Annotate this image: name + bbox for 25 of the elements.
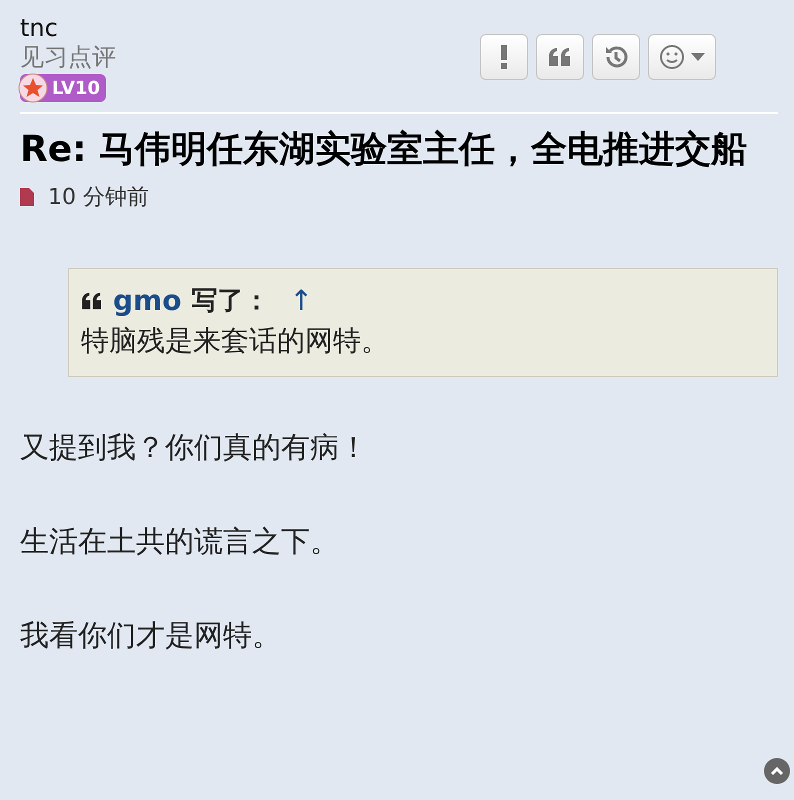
quote-icon [548, 47, 572, 67]
document-icon [20, 188, 34, 206]
post-paragraph: 又提到我？你们真的有病！ [20, 429, 369, 466]
post-paragraph: 生活在土共的谎言之下。 [20, 523, 340, 560]
post-paragraph: 我看你们才是网特。 [20, 617, 282, 654]
smiley-icon [659, 44, 685, 70]
user-rank: 见习点评 [20, 42, 116, 72]
quote-text: 特脑残是来套话的网特。 [81, 323, 390, 359]
quote-button[interactable] [536, 34, 584, 80]
chevron-up-icon [770, 766, 784, 776]
exclamation-icon [500, 45, 508, 69]
history-button[interactable] [592, 34, 640, 80]
post-time: 10 分钟前 [48, 184, 149, 212]
history-icon [603, 44, 629, 70]
post-title: Re: 马伟明任东湖实验室主任，全电推进交船 [20, 128, 748, 172]
quote-author-link[interactable]: gmo [113, 284, 182, 317]
username[interactable]: tnc [20, 14, 58, 42]
emoji-button[interactable] [648, 34, 716, 80]
scroll-top-button[interactable] [764, 758, 790, 784]
level-badge: LV10 [20, 74, 106, 102]
quote-icon [81, 292, 103, 310]
report-button[interactable] [480, 34, 528, 80]
jump-to-post-link[interactable]: ↑ [289, 284, 313, 317]
quote-wrote-label: 写了： [191, 285, 270, 318]
caret-icon [691, 53, 705, 61]
